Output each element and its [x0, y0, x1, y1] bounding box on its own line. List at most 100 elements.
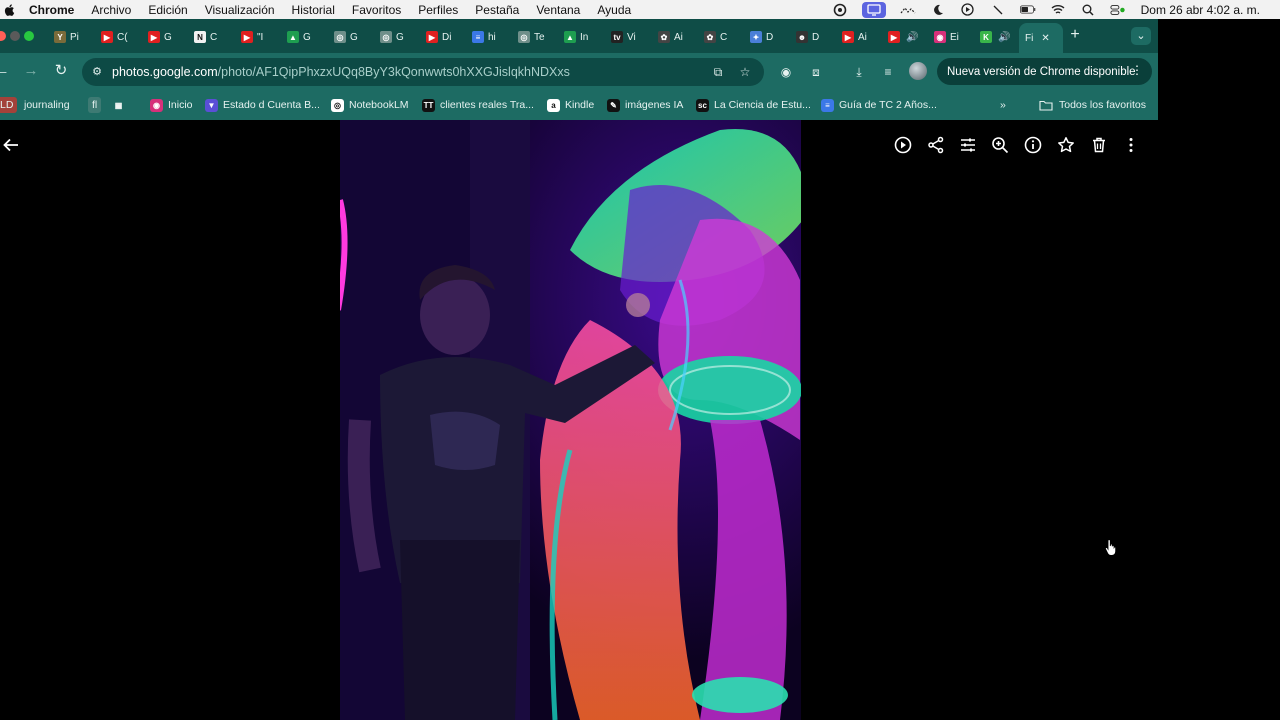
slideshow-icon[interactable]	[894, 136, 912, 154]
bookmark-item[interactable]: TT clientes reales Tra...	[422, 97, 534, 113]
zoom-icon[interactable]	[991, 136, 1009, 154]
apple-logo-icon[interactable]	[3, 3, 17, 17]
tab-label: Pi	[70, 31, 79, 43]
tab-active[interactable]: Fi ✕	[1019, 23, 1063, 53]
tab-favicon-icon: ▶	[888, 31, 900, 43]
bookmark-item[interactable]: ≡ Guía de TC 2 Años...	[821, 97, 937, 113]
bookmark-item[interactable]: sc La Ciencia de Estu...	[696, 97, 811, 113]
menu-pestana[interactable]: Pestaña	[475, 3, 519, 17]
address-url[interactable]: photos.google.com/photo/AF1QipPhxzxUQq8B…	[112, 65, 570, 79]
site-info-icon[interactable]: ⚙	[90, 65, 104, 79]
bookmark-item[interactable]: ◉ Inicio	[150, 97, 193, 113]
bookmark-item[interactable]: journaling	[24, 97, 70, 113]
kebab-menu-icon[interactable]: ⋮	[1131, 63, 1143, 77]
profile-avatar[interactable]	[909, 62, 927, 80]
menubar-clock[interactable]: Dom 26 abr 4:02 a. m.	[1141, 3, 1260, 17]
extensions-icon[interactable]: ⧈	[808, 64, 824, 80]
tab[interactable]: ▲ G	[287, 28, 311, 46]
menu-edicion[interactable]: Edición	[148, 3, 187, 17]
downloads-icon[interactable]: ⤓	[851, 64, 867, 80]
tab[interactable]: ◎ G	[380, 28, 404, 46]
address-bar[interactable]: ⚙ photos.google.com/photo/AF1QipPhxzxUQq…	[82, 58, 764, 86]
moon-icon[interactable]	[930, 3, 946, 17]
tab[interactable]: ◎ G	[334, 28, 358, 46]
back-arrow-icon[interactable]	[2, 136, 20, 154]
reload-button[interactable]: ↻	[53, 63, 69, 79]
more-options-icon[interactable]	[1122, 136, 1140, 154]
bookmarks-bar: LD journaling fl ▦ ◉ Inicio ▼ Estado d Cuenta B…	[0, 91, 1158, 119]
info-icon[interactable]	[1024, 136, 1042, 154]
share-icon[interactable]	[927, 136, 945, 154]
menu-favoritos[interactable]: Favoritos	[352, 3, 401, 17]
menu-archivo[interactable]: Archivo	[91, 3, 131, 17]
bookmark-favicon-icon: ✎	[607, 98, 620, 112]
battery-icon[interactable]	[1019, 3, 1036, 17]
tab[interactable]: ▶ C(	[101, 28, 128, 46]
tab[interactable]: ✿ C	[704, 28, 727, 46]
pen-icon[interactable]	[990, 3, 1006, 17]
photo-image[interactable]	[340, 120, 801, 720]
tab[interactable]: NC	[194, 28, 217, 46]
tab-audio-icon[interactable]: 🔊	[906, 32, 918, 43]
tab[interactable]: ▶ 🔊	[888, 28, 918, 46]
tab[interactable]: ✿ Ai	[658, 28, 683, 46]
tab-label: "I	[257, 31, 264, 43]
screen-mirroring-icon[interactable]	[861, 1, 886, 18]
tab[interactable]: ☻ D	[796, 28, 819, 46]
tab[interactable]: ✦ D	[750, 28, 773, 46]
bookmark-item[interactable]: ▼ Estado d Cuenta B...	[205, 97, 320, 113]
tab-audio-icon[interactable]: 🔊	[998, 32, 1010, 43]
vpn-globe-icon[interactable]: ◉	[778, 64, 794, 80]
window-minimize-button[interactable]	[10, 31, 20, 41]
tab[interactable]: ▶ Ai	[842, 28, 867, 46]
activity-icon[interactable]	[900, 3, 916, 17]
open-in-app-icon[interactable]: ⧉	[710, 64, 726, 80]
bookmark-item[interactable]: a Kindle	[547, 97, 594, 113]
tab[interactable]: Y Pi	[54, 28, 79, 46]
all-favorites-folder[interactable]: Todos los favoritos	[1039, 97, 1146, 113]
bookmark-star-icon[interactable]: ☆	[737, 64, 753, 80]
tab[interactable]: ▲ In	[564, 28, 588, 46]
tab[interactable]: ≡ hi	[472, 28, 496, 46]
new-tab-button[interactable]: +	[1068, 26, 1082, 44]
bookmark-item[interactable]: fl	[88, 97, 102, 113]
menu-ayuda[interactable]: Ayuda	[597, 3, 631, 17]
bookmark-item[interactable]: ▦	[112, 97, 130, 113]
support-icon[interactable]	[832, 3, 848, 17]
delete-trash-icon[interactable]	[1090, 136, 1108, 154]
bookmarks-overflow-button[interactable]: »	[1000, 97, 1006, 113]
chrome-update-button[interactable]: Nueva versión de Chrome disponible ⋮	[937, 58, 1152, 85]
control-center-icon[interactable]	[1110, 3, 1126, 17]
window-zoom-button[interactable]	[24, 31, 34, 41]
bookmark-item[interactable]: LD	[0, 97, 18, 113]
tab-label: C	[210, 31, 218, 43]
wifi-icon[interactable]	[1050, 3, 1066, 17]
tab[interactable]: K 🔊	[980, 28, 1010, 46]
tab[interactable]: ▶ G	[148, 28, 172, 46]
tab-close-icon[interactable]: ✕	[1041, 33, 1049, 44]
menu-perfiles[interactable]: Perfiles	[418, 3, 458, 17]
play-circle-icon[interactable]	[960, 3, 976, 17]
tab[interactable]: tv Vi	[611, 28, 636, 46]
tab[interactable]: ▶ Di	[426, 28, 451, 46]
bookmark-item[interactable]: ✎ imágenes IA	[607, 97, 683, 113]
menu-visualizacion[interactable]: Visualización	[205, 3, 275, 17]
reading-list-icon[interactable]: ≡	[880, 64, 896, 80]
menu-historial[interactable]: Historial	[292, 3, 335, 17]
bookmark-item[interactable]: ◎ NotebookLM	[331, 97, 409, 113]
back-button[interactable]: ←	[0, 63, 10, 79]
window-close-button[interactable]	[0, 31, 6, 41]
tab-search-button[interactable]: ⌄	[1131, 27, 1151, 45]
tab[interactable]: ▶ "I	[241, 28, 263, 46]
search-icon[interactable]	[1080, 3, 1096, 17]
edit-adjust-icon[interactable]	[959, 136, 977, 154]
tab[interactable]: ◎ Te	[518, 28, 545, 46]
tab-favicon-icon: ✿	[704, 31, 716, 43]
menu-app-name[interactable]: Chrome	[29, 3, 74, 17]
bookmark-label: fl	[92, 99, 98, 111]
forward-button[interactable]: →	[23, 63, 39, 79]
favorite-star-icon[interactable]	[1057, 136, 1075, 154]
menubar-status-area: Dom 26 abr 4:02 a. m.	[825, 0, 1280, 19]
tab[interactable]: ◉ Ei	[934, 28, 959, 46]
menu-ventana[interactable]: Ventana	[536, 3, 580, 17]
